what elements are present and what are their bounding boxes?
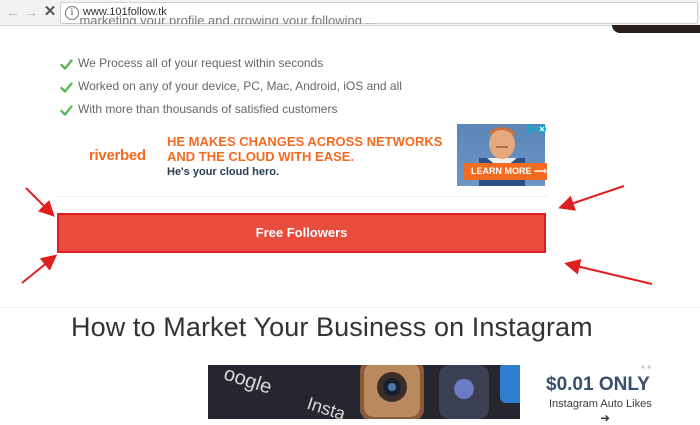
red-arrow-icon: [25, 187, 55, 217]
section-divider: [0, 307, 700, 308]
promo-text[interactable]: Instagram Auto Likes: [549, 398, 652, 410]
arrow-right-icon[interactable]: ➜: [600, 411, 610, 425]
ad-options-icon[interactable]: [640, 363, 652, 371]
promo-price[interactable]: $0.01 ONLY: [546, 374, 650, 396]
article-image[interactable]: oogle Insta: [208, 365, 520, 419]
annotation-arrows: [21, 185, 653, 285]
app-icons-photo: oogle Insta: [208, 365, 520, 419]
red-arrow-icon: [558, 185, 625, 211]
article-heading: How to Market Your Business on Instagram: [71, 312, 593, 342]
red-arrow-icon: [564, 258, 653, 285]
red-arrow-icon: [21, 254, 58, 284]
